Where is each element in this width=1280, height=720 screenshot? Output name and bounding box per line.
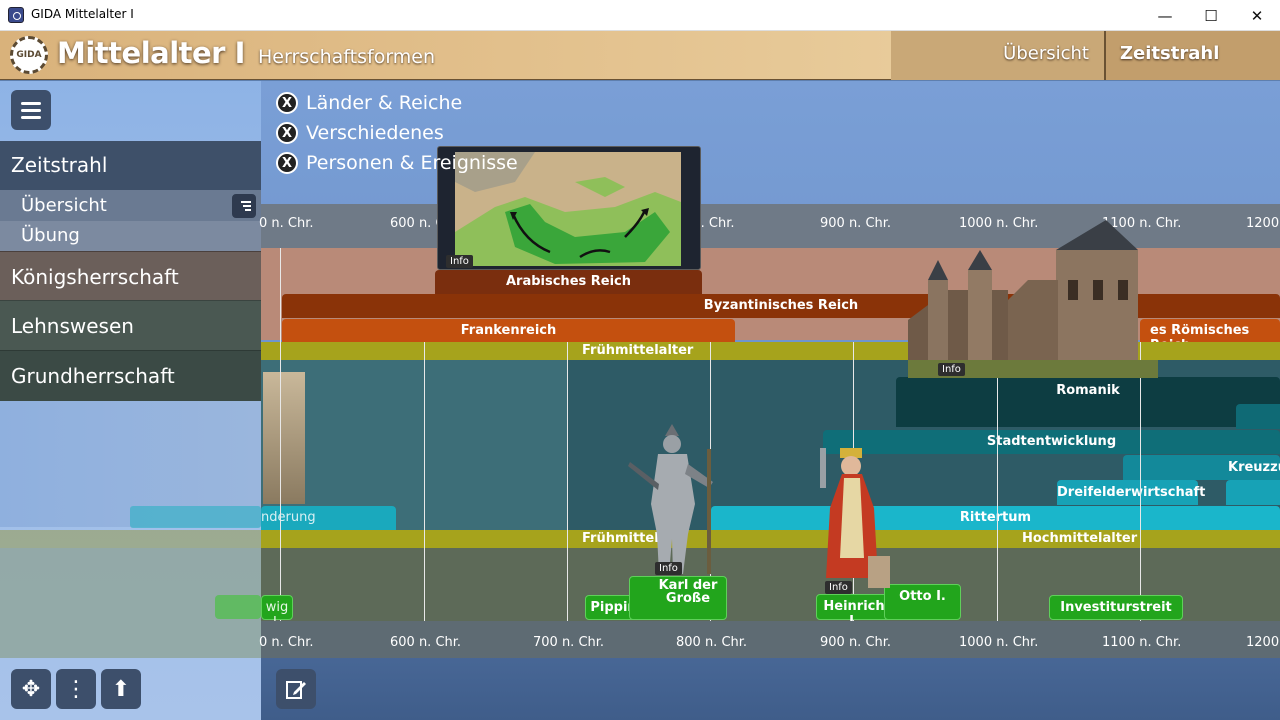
section-title: Herrschaftsformen	[258, 46, 436, 68]
axis-tick: 700 n. Chr.	[533, 635, 605, 650]
notes-edit-button[interactable]	[276, 669, 316, 709]
axis-tick: 0 n. Chr.	[259, 216, 314, 231]
grid-line	[424, 342, 425, 636]
app-title: Mittelalter I	[57, 36, 245, 70]
close-button[interactable]: ✕	[1234, 0, 1280, 31]
heinrich-image	[820, 448, 890, 588]
era-strip-bottom: Frühmittelalte Hochmittelalter	[261, 530, 1280, 548]
window-title: GIDA Mittelalter I	[31, 7, 134, 21]
axis-tick: 1000 n. Chr.	[959, 635, 1039, 650]
misc-bar-kreuzzuege[interactable]: Kreuzzü	[1123, 455, 1280, 480]
karl-der-grosse-image	[628, 424, 713, 574]
toggle-x-icon[interactable]: X	[276, 92, 298, 114]
filter-laender-reiche[interactable]: X Länder & Reiche	[276, 91, 462, 115]
axis-tick: 1200	[1246, 635, 1280, 650]
nav-timeline-tab[interactable]: Zeitstrahl	[1104, 31, 1280, 80]
filter-label: Verschiedenes	[306, 122, 444, 144]
minimize-button[interactable]: —	[1142, 0, 1188, 31]
info-badge[interactable]: Info	[446, 255, 473, 268]
axis-tick: 900 n. Chr.	[820, 216, 892, 231]
nav-overview-tab[interactable]: Übersicht	[891, 31, 1104, 80]
navigation-compass-button[interactable]: ✥	[11, 669, 51, 709]
misc-bar-partial	[1236, 404, 1280, 429]
person-heinrich[interactable]: Heinrich I.	[816, 594, 892, 629]
axis-tick: 900 n. Chr.	[820, 635, 892, 650]
person-karl-label: Karl der Große	[658, 578, 718, 606]
maximize-button[interactable]: ☐	[1188, 0, 1234, 31]
sidebar-item-uebersicht[interactable]: Übersicht	[0, 190, 261, 221]
hamburger-menu-button[interactable]	[11, 90, 51, 130]
blurred-person-box	[215, 595, 261, 619]
sidebar-item-grundherrschaft[interactable]: Grundherrschaft	[0, 350, 261, 401]
misc-bar-romanik[interactable]: Romanik	[896, 377, 1280, 427]
axis-tick: 800 n. Chr.	[676, 635, 748, 650]
grid-line	[280, 248, 281, 636]
misc-bar-partial	[1226, 480, 1280, 505]
person-ludwig[interactable]: wig I.	[261, 595, 293, 630]
info-badge[interactable]: Info	[938, 363, 965, 376]
misc-bar-rittertum[interactable]: Rittertum	[711, 506, 1280, 530]
sidebar-item-uebung[interactable]: Übung	[0, 221, 261, 251]
info-badge[interactable]: Info	[825, 581, 852, 594]
filter-personen-ereignisse[interactable]: X Personen & Ereignisse	[276, 151, 518, 175]
filter-label: Länder & Reiche	[306, 92, 463, 114]
edit-note-icon	[286, 681, 306, 699]
event-investiturstreit[interactable]: Investiturstreit	[1049, 595, 1183, 620]
gida-logo: GIDA	[10, 36, 48, 74]
window-title-bar: GIDA Mittelalter I — ☐ ✕	[0, 0, 1280, 31]
person-otto[interactable]: Otto I.	[884, 584, 961, 620]
grid-line	[997, 342, 998, 636]
axis-tick: 1100 n. Chr.	[1102, 635, 1182, 650]
realm-bar-roemisches-reich[interactable]: es Römisches Reich -	[1140, 319, 1280, 353]
sidebar-item-koenigsherrschaft[interactable]: Königsherrschaft	[0, 251, 261, 300]
cathedral-image	[908, 220, 1158, 378]
era-hochmittelalter: Hochmittelalter	[1022, 531, 1138, 546]
info-badge[interactable]: Info	[655, 562, 682, 575]
blurred-era-strip	[0, 530, 261, 548]
realm-bar-frankenreich[interactable]: Frankenreich	[282, 319, 735, 342]
manuscript-image	[263, 372, 305, 504]
list-icon[interactable]	[232, 194, 256, 218]
grid-line	[567, 342, 568, 636]
misc-bar-voelkerwanderung[interactable]: nderung	[261, 506, 396, 530]
misc-band-shade	[261, 360, 567, 530]
scroll-up-button[interactable]: ⬆	[101, 669, 141, 709]
filter-verschiedenes[interactable]: X Verschiedenes	[276, 121, 444, 145]
toggle-x-icon[interactable]: X	[276, 122, 298, 144]
axis-tick: 1200	[1246, 216, 1280, 231]
grid-line	[1140, 342, 1141, 636]
filter-label: Personen & Ereignisse	[306, 152, 518, 174]
sidebar-item-lehnswesen[interactable]: Lehnswesen	[0, 300, 261, 350]
blurred-bar	[130, 506, 261, 528]
era-fruehmittelalter: Frühmittelalter	[582, 343, 694, 358]
sidebar-item-zeitstrahl[interactable]: Zeitstrahl	[0, 141, 261, 190]
axis-tick: 0 n. Chr.	[259, 635, 314, 650]
toggle-x-icon[interactable]: X	[276, 152, 298, 174]
more-options-button[interactable]: ⋮	[56, 669, 96, 709]
axis-tick: 600 n. Chr.	[390, 635, 462, 650]
person-karl-der-grosse[interactable]: Karl der Große	[629, 576, 727, 620]
misc-bar-dreifelderwirtschaft[interactable]: Dreifelderwirtschaft	[1057, 480, 1205, 505]
app-icon	[8, 7, 24, 23]
realm-bar-arabisches-reich[interactable]: Arabisches Reich	[435, 270, 702, 294]
